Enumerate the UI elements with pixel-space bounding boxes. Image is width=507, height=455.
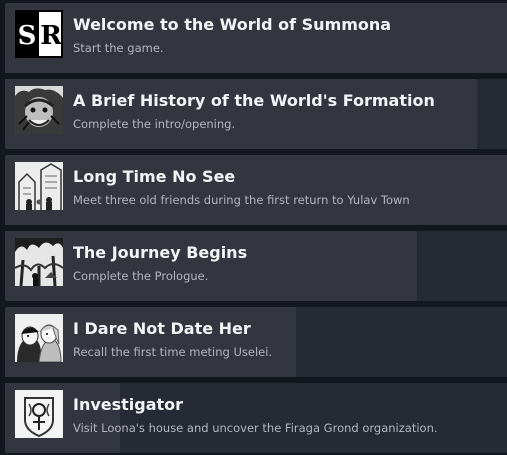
achievement-row[interactable]: Investigator Visit Loona's house and unc… <box>5 383 507 453</box>
achievement-row[interactable]: The Journey Begins Complete the Prologue… <box>5 231 507 301</box>
achievement-description: Visit Loona's house and uncover the Fira… <box>73 421 438 435</box>
achievement-title: The Journey Begins <box>73 243 248 262</box>
forest-sketch-icon <box>15 238 63 286</box>
achievement-title: Investigator <box>73 395 184 414</box>
logo-letter-r: R <box>40 21 62 51</box>
achievement-description: Complete the intro/opening. <box>73 117 236 131</box>
achievement-description: Meet three old friends during the first … <box>73 193 410 207</box>
progress-fill <box>5 79 477 149</box>
achievement-description: Complete the Prologue. <box>73 269 209 283</box>
couple-sketch-icon <box>15 314 63 362</box>
crest-icon <box>15 390 63 438</box>
sr-logo-icon: S R <box>15 10 63 58</box>
progress-fill <box>5 3 507 73</box>
progress-fill <box>5 231 417 301</box>
achievement-title: I Dare Not Date Her <box>73 319 251 338</box>
town-sketch-icon <box>15 162 63 210</box>
achievement-title: A Brief History of the World's Formation <box>73 91 435 110</box>
achievement-title: Welcome to the World of Summona <box>73 15 392 34</box>
face-sketch-icon <box>15 86 63 134</box>
achievement-row[interactable]: I Dare Not Date Her Recall the first tim… <box>5 307 507 377</box>
achievement-row[interactable]: Long Time No See Meet three old friends … <box>5 155 507 225</box>
achievement-title: Long Time No See <box>73 167 236 186</box>
logo-letter-s: S <box>18 21 37 51</box>
achievement-description: Start the game. <box>73 41 164 55</box>
achievement-row[interactable]: S R Welcome to the World of Summona Star… <box>5 3 507 73</box>
achievement-row[interactable]: A Brief History of the World's Formation… <box>5 79 507 149</box>
achievement-description: Recall the first time meting Uselei. <box>73 345 273 359</box>
achievement-list: S R Welcome to the World of Summona Star… <box>0 0 507 455</box>
progress-fill <box>5 155 507 225</box>
